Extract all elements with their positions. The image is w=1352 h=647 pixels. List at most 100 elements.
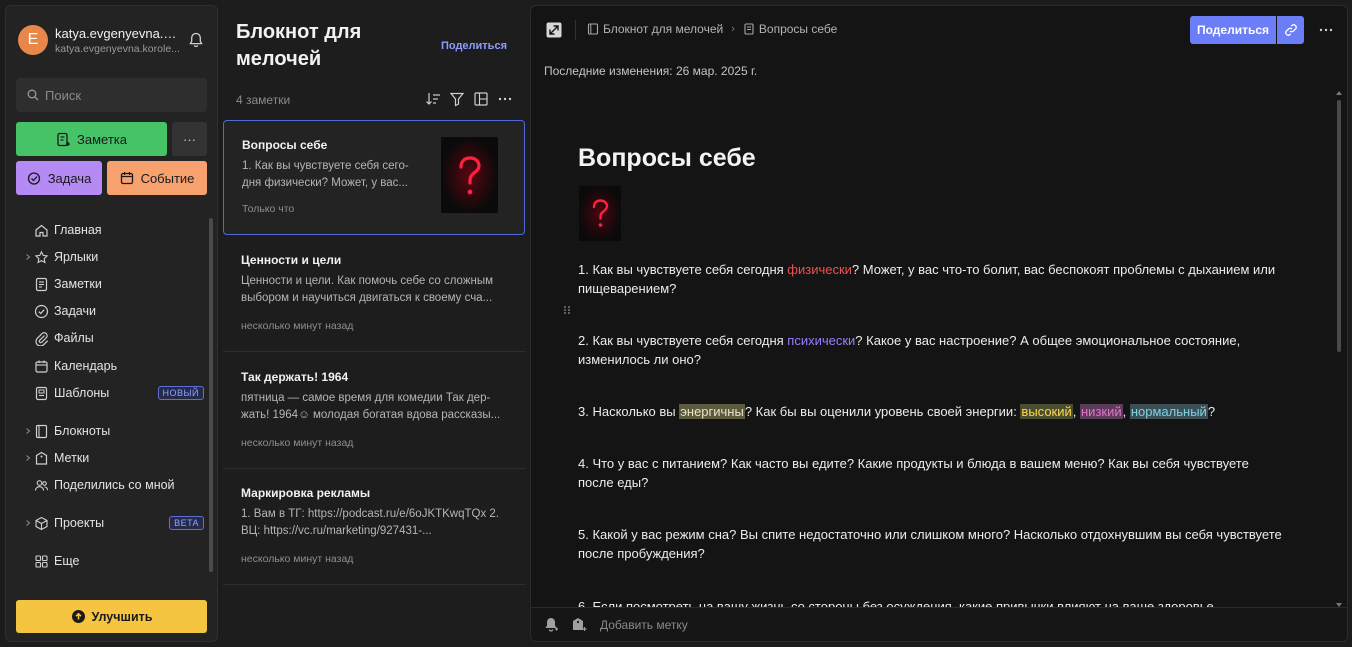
sidebar-item-label: Файлы <box>54 331 94 345</box>
note-count: 4 заметки <box>236 93 291 107</box>
new-note-button[interactable]: Заметка <box>16 122 167 156</box>
note-card-preview: пятница — самое время для комедии Так де… <box>241 392 501 421</box>
chevron-right-icon[interactable] <box>24 253 32 261</box>
paperclip-icon <box>35 331 49 346</box>
search-box[interactable] <box>16 78 207 112</box>
breadcrumb-note[interactable]: Вопросы себе <box>759 22 837 36</box>
filter-icon[interactable] <box>449 91 465 107</box>
note-card-time: несколько минут назад <box>241 553 354 565</box>
sidebar-item-calendar[interactable]: Календарь <box>6 355 206 377</box>
note-icon <box>744 23 754 35</box>
account-info: katya.evgenyevna.ko... katya.evgenyevna.… <box>55 26 181 55</box>
scroll-up-arrow-icon[interactable] <box>1336 90 1342 96</box>
highlight-olive: энергичны <box>679 404 745 419</box>
bell-icon[interactable] <box>187 31 205 49</box>
sidebar-item-notes[interactable]: Заметки <box>6 273 206 295</box>
upgrade-label: Улучшить <box>91 609 153 624</box>
search-input[interactable] <box>45 87 195 103</box>
checkmark-circle-icon <box>34 304 49 318</box>
question-5[interactable]: 5. Какой у вас режим сна? Вы спите недос… <box>578 525 1288 563</box>
sidebar-item-label: Заметки <box>54 277 102 291</box>
add-tag-icon[interactable] <box>571 616 587 634</box>
question-3[interactable]: 3. Насколько вы энергичны? Как бы вы оце… <box>578 402 1288 421</box>
avatar[interactable]: E <box>18 25 48 55</box>
sidebar-item-tasks[interactable]: Задачи <box>6 300 206 322</box>
note-card-time: несколько минут назад <box>241 320 354 332</box>
note-card-time: несколько минут назад <box>241 437 354 449</box>
note-icon <box>35 277 48 291</box>
sidebar-item-more[interactable]: Еще <box>6 550 206 572</box>
text-segment: ? <box>1207 404 1216 419</box>
calendar-icon <box>35 360 48 373</box>
note-card-title: Маркировка рекламы <box>241 486 371 500</box>
sidebar-item-label: Шаблоны <box>54 386 110 400</box>
sidebar-item-label: Главная <box>54 223 102 237</box>
neon-question-mark-icon <box>579 186 621 241</box>
more-create-button[interactable]: ··· <box>172 122 207 156</box>
sidebar-item-templates[interactable]: Шаблоны НОВЫЙ <box>6 382 206 404</box>
arrow-up-circle-icon <box>71 610 85 623</box>
cube-icon <box>35 516 48 530</box>
sidebar-item-shortcuts[interactable]: Ярлыки <box>6 246 206 268</box>
chevron-right-icon[interactable] <box>24 427 32 435</box>
sidebar-item-label: Еще <box>54 554 80 568</box>
grid-icon <box>35 554 48 568</box>
reminder-bell-icon[interactable] <box>543 616 559 634</box>
sidebar-item-tags[interactable]: Метки <box>6 447 206 469</box>
text-segment: 3. Насколько вы <box>578 404 680 419</box>
new-task-button[interactable]: Задача <box>16 161 102 195</box>
account-email: katya.evgenyevna.korole... <box>55 42 180 55</box>
question-1[interactable]: 1. Как вы чувствуете себя сегодня физиче… <box>578 260 1288 298</box>
drag-handle-icon[interactable] <box>562 305 572 315</box>
notebook-icon <box>587 23 599 35</box>
share-button[interactable]: Поделиться <box>1190 16 1276 44</box>
note-card[interactable]: Маркировка рекламы 1. Вам в ТГ: https://… <box>223 469 525 585</box>
new-event-label: Событие <box>140 170 195 186</box>
notebook-share-link[interactable]: Поделиться <box>441 40 507 52</box>
note-card[interactable]: Так держать! 1964 пятница — самое время … <box>223 353 525 469</box>
sidebar-item-home[interactable]: Главная <box>6 219 206 241</box>
notebook-icon <box>35 424 48 438</box>
home-icon <box>35 224 48 237</box>
sidebar-item-shared[interactable]: Поделились со мной <box>6 474 206 496</box>
note-card-title: Так держать! 1964 <box>241 370 349 384</box>
add-tag-input[interactable]: Добавить метку <box>600 618 688 632</box>
beta-badge: BETA <box>169 516 204 530</box>
more-horizontal-icon[interactable] <box>497 91 513 107</box>
chevron-right-icon[interactable] <box>24 454 32 462</box>
chevron-right-icon[interactable] <box>24 519 32 527</box>
sidebar-item-files[interactable]: Файлы <box>6 327 206 349</box>
note-plus-icon <box>57 132 70 146</box>
note-card-time: Только что <box>242 203 295 215</box>
sidebar-item-label: Блокноты <box>54 424 111 438</box>
sidebar-item-notebooks[interactable]: Блокноты <box>6 420 206 442</box>
question-4[interactable]: 4. Что у вас с питанием? Как часто вы ед… <box>578 454 1288 492</box>
note-image[interactable] <box>579 186 621 241</box>
sidebar-scrollbar[interactable] <box>209 218 213 572</box>
text-segment: , <box>1122 404 1130 419</box>
note-card-selected[interactable]: Вопросы себе 1. Как вы чувствуете себя с… <box>223 120 525 235</box>
template-icon <box>35 386 48 400</box>
account-header[interactable]: E katya.evgenyevna.ko... katya.evgenyevn… <box>18 23 205 57</box>
sidebar-item-label: Ярлыки <box>54 250 99 264</box>
sort-icon[interactable] <box>425 91 441 107</box>
new-badge: НОВЫЙ <box>157 386 204 400</box>
question-2[interactable]: 2. Как вы чувствуете себя сегодня психич… <box>578 331 1288 369</box>
last-modified: Последние изменения: 26 мар. 2025 г. <box>544 64 758 78</box>
editor-scrollbar[interactable] <box>1337 100 1341 352</box>
breadcrumb-notebook[interactable]: Блокнот для мелочей <box>603 22 723 36</box>
more-horizontal-icon[interactable] <box>1318 22 1334 38</box>
note-title[interactable]: Вопросы себе <box>578 144 756 173</box>
note-card[interactable]: Ценности и цели Ценности и цели. Как пом… <box>223 236 525 352</box>
new-event-button[interactable]: Событие <box>107 161 207 195</box>
copy-link-button[interactable] <box>1277 16 1304 44</box>
upgrade-button[interactable]: Улучшить <box>16 600 207 633</box>
sidebar-item-projects[interactable]: Проекты BETA <box>6 512 206 534</box>
view-layout-icon[interactable] <box>473 91 489 107</box>
notebook-title: Блокнот для мелочей <box>236 21 362 70</box>
highlight-purple: психически <box>787 333 856 348</box>
task-plus-icon <box>27 171 40 185</box>
users-icon <box>34 479 49 491</box>
editor-bottom-bar: Добавить метку <box>531 607 1347 641</box>
expand-icon[interactable] <box>545 21 563 39</box>
